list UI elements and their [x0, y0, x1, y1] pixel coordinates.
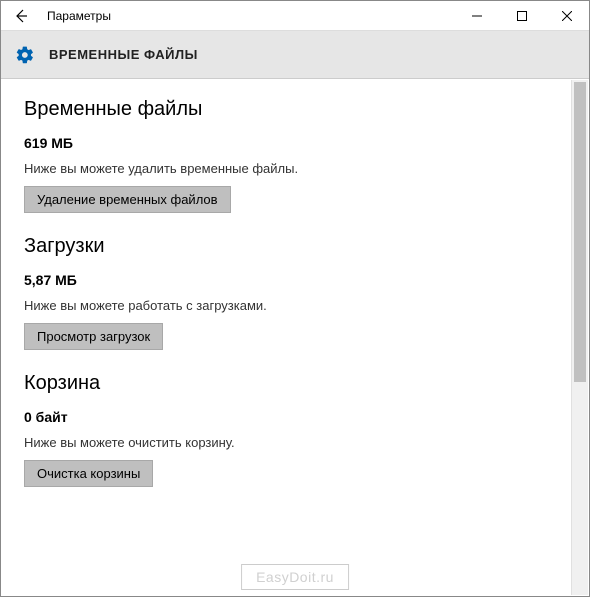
maximize-button[interactable] [499, 1, 544, 31]
minimize-button[interactable] [454, 1, 499, 31]
section-recycle-bin: Корзина 0 байт Ниже вы можете очистить к… [24, 372, 549, 487]
back-button[interactable] [1, 1, 41, 31]
window-title: Параметры [47, 9, 111, 23]
page-title: ВРЕМЕННЫЕ ФАЙЛЫ [49, 47, 198, 62]
close-icon [562, 11, 572, 21]
watermark: EasyDoit.ru [241, 564, 349, 590]
gear-icon [15, 45, 35, 65]
section-description: Ниже вы можете работать с загрузками. [24, 298, 549, 313]
empty-recycle-bin-button[interactable]: Очистка корзины [24, 460, 153, 487]
section-temp-files: Временные файлы 619 МБ Ниже вы можете уд… [24, 98, 549, 213]
view-downloads-button[interactable]: Просмотр загрузок [24, 323, 163, 350]
section-description: Ниже вы можете удалить временные файлы. [24, 161, 549, 176]
delete-temp-files-button[interactable]: Удаление временных файлов [24, 186, 231, 213]
storage-size: 5,87 МБ [24, 272, 549, 288]
scrollbar-thumb[interactable] [574, 82, 586, 382]
section-description: Ниже вы можете очистить корзину. [24, 435, 549, 450]
section-title: Корзина [24, 372, 549, 395]
close-button[interactable] [544, 1, 589, 31]
settings-window: Параметры ВРЕМЕННЫЕ ФАЙЛЫ Временные файл… [0, 0, 590, 597]
storage-size: 619 МБ [24, 135, 549, 151]
arrow-left-icon [13, 8, 29, 24]
vertical-scrollbar[interactable] [571, 80, 588, 595]
section-downloads: Загрузки 5,87 МБ Ниже вы можете работать… [24, 235, 549, 350]
section-title: Загрузки [24, 235, 549, 258]
maximize-icon [517, 11, 527, 21]
section-title: Временные файлы [24, 98, 549, 121]
storage-size: 0 байт [24, 409, 549, 425]
content-area: Временные файлы 619 МБ Ниже вы можете уд… [2, 80, 571, 595]
page-header: ВРЕМЕННЫЕ ФАЙЛЫ [1, 31, 589, 79]
titlebar: Параметры [1, 1, 589, 31]
minimize-icon [472, 11, 482, 21]
window-controls [454, 1, 589, 31]
